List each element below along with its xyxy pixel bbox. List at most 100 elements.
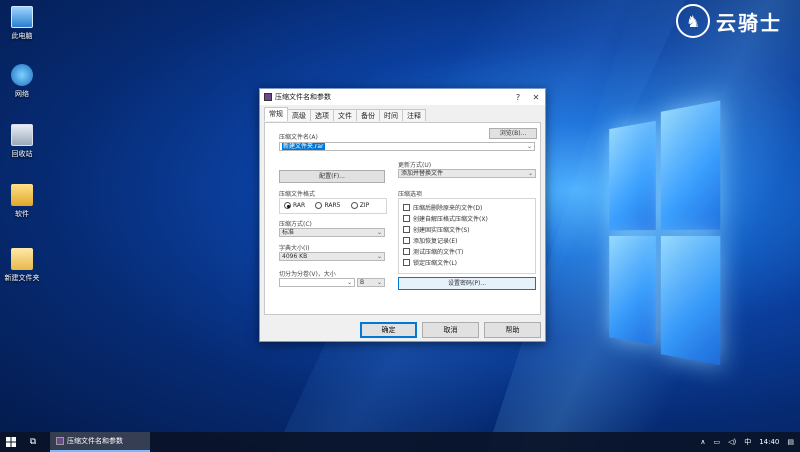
taskbar: ⧉ 压缩文件名和参数 ∧ ▭ ◁) 中 14:40 ▤ bbox=[0, 432, 800, 452]
method-value: 标准 bbox=[282, 229, 295, 236]
desktop-icon-new-folder[interactable]: 新建文件夹 bbox=[2, 248, 42, 283]
desktop-icon-computer[interactable]: 此电脑 bbox=[4, 6, 40, 41]
action-center-icon[interactable]: ▤ bbox=[787, 438, 794, 446]
option-label: 创建自解压格式压缩文件(X) bbox=[413, 216, 488, 223]
chevron-down-icon: ⌄ bbox=[527, 170, 533, 177]
desktop-icon-label: 软件 bbox=[15, 210, 29, 218]
general-panel: 压缩文件名(A) 浏览(B)... 新建文件夹.rar ⌄ 更新方式(U) 添加… bbox=[264, 122, 541, 315]
volume-icon[interactable]: ◁) bbox=[728, 438, 736, 446]
tab-advanced[interactable]: 高级 bbox=[287, 109, 311, 121]
format-radio-rar[interactable]: RAR bbox=[284, 202, 305, 209]
tab-options[interactable]: 选项 bbox=[310, 109, 334, 121]
dialog-title: 压缩文件名和参数 bbox=[275, 93, 331, 101]
radio-icon bbox=[350, 202, 358, 209]
options-label: 压缩选项 bbox=[398, 191, 423, 198]
dict-label: 字典大小(I) bbox=[279, 245, 310, 252]
ok-button[interactable]: 确定 bbox=[360, 322, 417, 338]
dict-value: 4096 KB bbox=[282, 253, 308, 260]
split-size-input[interactable]: ⌄ bbox=[279, 278, 355, 287]
logo-pane bbox=[660, 236, 721, 366]
method-select[interactable]: 标准 ⌄ bbox=[279, 228, 385, 237]
winrar-icon bbox=[264, 93, 272, 101]
archive-name-label: 压缩文件名(A) bbox=[279, 134, 318, 141]
dict-select[interactable]: 4096 KB ⌄ bbox=[279, 252, 385, 261]
radio-icon bbox=[315, 202, 323, 209]
ime-indicator[interactable]: 中 bbox=[744, 437, 751, 447]
update-mode-value: 添加并替换文件 bbox=[401, 170, 444, 177]
start-button[interactable] bbox=[0, 432, 22, 452]
format-option-label: RAR bbox=[293, 202, 306, 209]
watermark-text: 云骑士 bbox=[716, 10, 782, 35]
option-delete-after[interactable]: 压缩后删除原来的文件(D) bbox=[403, 203, 482, 212]
option-label: 锁定压缩文件(L) bbox=[413, 260, 458, 267]
checkbox-icon bbox=[403, 204, 410, 211]
checkbox-icon bbox=[403, 226, 410, 233]
browse-button[interactable]: 浏览(B)... bbox=[489, 128, 537, 139]
option-sfx[interactable]: 创建自解压格式压缩文件(X) bbox=[403, 214, 488, 223]
knight-logo-icon: ♞ bbox=[676, 4, 710, 38]
tab-comment[interactable]: 注释 bbox=[402, 109, 426, 121]
tab-backup[interactable]: 备份 bbox=[356, 109, 380, 121]
archive-name-input[interactable]: 新建文件夹.rar ⌄ bbox=[279, 142, 535, 151]
format-option-label: RAR5 bbox=[324, 202, 341, 209]
format-label: 压缩文件格式 bbox=[279, 191, 316, 198]
desktop-icon-label: 网络 bbox=[15, 90, 29, 98]
set-password-button[interactable]: 设置密码(P)... bbox=[398, 277, 536, 290]
desktop-icon-label: 回收站 bbox=[11, 150, 33, 158]
clock[interactable]: 14:40 bbox=[759, 438, 779, 446]
close-icon[interactable]: ✕ bbox=[527, 93, 545, 102]
split-unit-value: B bbox=[360, 279, 365, 286]
option-lock[interactable]: 锁定压缩文件(L) bbox=[403, 258, 457, 267]
windows-start-icon bbox=[6, 437, 16, 447]
option-label: 压缩后删除原来的文件(D) bbox=[413, 205, 483, 212]
method-label: 压缩方式(C) bbox=[279, 221, 312, 228]
option-test[interactable]: 测试压缩的文件(T) bbox=[403, 247, 463, 256]
format-radio-zip[interactable]: ZIP bbox=[350, 202, 370, 209]
help-button[interactable]: 帮助 bbox=[484, 322, 541, 338]
folder-icon bbox=[11, 184, 33, 206]
options-group: 压缩后删除原来的文件(D) 创建自解压格式压缩文件(X) 创建固实压缩文件(S)… bbox=[398, 198, 536, 274]
system-tray: ∧ ▭ ◁) 中 14:40 ▤ bbox=[700, 437, 800, 447]
desktop-icon-label: 新建文件夹 bbox=[4, 274, 40, 282]
task-view-icon[interactable]: ⧉ bbox=[22, 432, 44, 452]
chevron-down-icon: ⌄ bbox=[526, 143, 532, 150]
winrar-icon bbox=[56, 437, 64, 445]
computer-icon bbox=[11, 6, 33, 28]
set-password-label: 设置密码(P)... bbox=[447, 280, 487, 287]
split-unit-select[interactable]: B ⌄ bbox=[357, 278, 385, 287]
chevron-down-icon: ⌄ bbox=[376, 253, 382, 260]
checkbox-icon bbox=[403, 215, 410, 222]
dialog-titlebar[interactable]: 压缩文件名和参数 ? ✕ bbox=[260, 89, 545, 105]
folder-icon bbox=[11, 248, 33, 270]
notification-icon[interactable]: ▭ bbox=[713, 438, 720, 446]
option-label: 创建固实压缩文件(S) bbox=[413, 227, 470, 234]
recycle-bin-icon bbox=[11, 124, 33, 146]
tab-bar: 常规 高级 选项 文件 备份 时间 注释 bbox=[264, 107, 426, 121]
format-radio-rar5[interactable]: RAR5 bbox=[315, 202, 340, 209]
network-icon bbox=[11, 64, 33, 86]
desktop-icon-network[interactable]: 网络 bbox=[4, 64, 40, 99]
tab-files[interactable]: 文件 bbox=[333, 109, 357, 121]
split-label: 切分为分卷(V)，大小 bbox=[279, 271, 336, 278]
update-mode-label: 更新方式(U) bbox=[398, 162, 432, 169]
profile-button[interactable]: 配置(F)... bbox=[279, 170, 385, 183]
cancel-button[interactable]: 取消 bbox=[422, 322, 479, 338]
archive-name-value: 新建文件夹.rar bbox=[282, 143, 325, 150]
chevron-down-icon: ⌄ bbox=[376, 279, 382, 286]
desktop-icon-software[interactable]: 软件 bbox=[4, 184, 40, 219]
format-option-label: ZIP bbox=[359, 202, 370, 209]
windows-logo bbox=[609, 100, 721, 366]
tab-time[interactable]: 时间 bbox=[379, 109, 403, 121]
chevron-down-icon: ⌄ bbox=[376, 229, 382, 236]
tab-general[interactable]: 常规 bbox=[264, 107, 288, 121]
taskbar-app-archive[interactable]: 压缩文件名和参数 bbox=[50, 432, 150, 452]
checkbox-icon bbox=[403, 248, 410, 255]
update-mode-select[interactable]: 添加并替换文件 ⌄ bbox=[398, 169, 536, 178]
desktop-icon-recycle-bin[interactable]: 回收站 bbox=[4, 124, 40, 159]
help-icon[interactable]: ? bbox=[509, 93, 527, 102]
chevron-up-icon[interactable]: ∧ bbox=[700, 438, 705, 446]
logo-pane bbox=[609, 120, 656, 231]
option-recovery[interactable]: 添加恢复记录(E) bbox=[403, 236, 457, 245]
checkbox-icon bbox=[403, 259, 410, 266]
option-solid[interactable]: 创建固实压缩文件(S) bbox=[403, 225, 470, 234]
